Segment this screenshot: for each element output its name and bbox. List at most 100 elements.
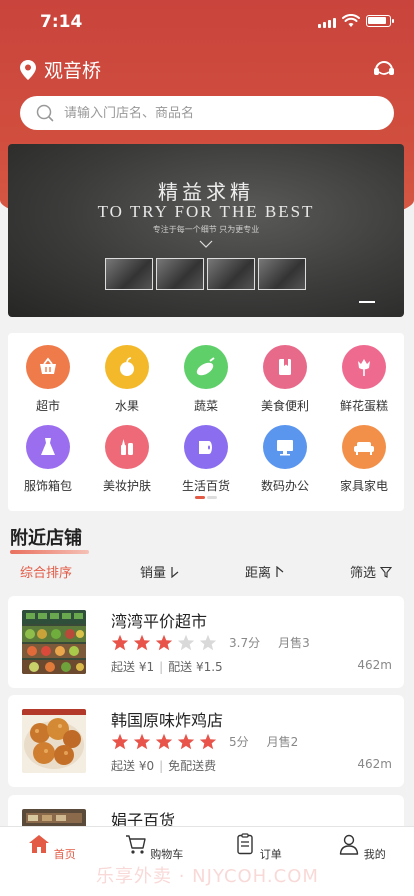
category-digital-office[interactable]: 数码办公 [245, 425, 325, 494]
sofa-icon [342, 425, 386, 469]
home-icon [29, 835, 50, 853]
store-delivery-fee: 配送 ¥1.5 [168, 660, 223, 674]
banner-photo [258, 258, 306, 290]
customer-service-icon[interactable] [372, 58, 396, 80]
category-label: 鲜花蛋糕 [339, 399, 388, 413]
location-pin-icon [20, 59, 36, 80]
user-icon [340, 834, 359, 855]
tab-label: 首页 [53, 848, 76, 861]
wifi-icon [342, 14, 360, 27]
store-fees: 起送 ¥1 | 配送 ¥1.5 [111, 660, 223, 674]
store-card[interactable]: 韩国原味炸鸡店 5分 月售2 起送 ¥0 | 免配送费 462m [8, 695, 404, 787]
banner-photo [156, 258, 204, 290]
search-input[interactable] [64, 105, 364, 121]
category-label: 服饰箱包 [23, 479, 72, 493]
category-cosmetics[interactable]: 美妆护肤 [87, 425, 167, 494]
tab-cart[interactable]: 购物车 [114, 833, 194, 862]
dress-icon [26, 425, 70, 469]
category-supermarket[interactable]: 超市 [8, 345, 88, 414]
sort-default[interactable]: 综合排序 [20, 562, 72, 581]
basket-icon [26, 345, 70, 389]
star-icon [155, 634, 173, 651]
tab-orders[interactable]: 订单 [218, 833, 298, 862]
category-page-indicator [195, 496, 217, 499]
banner-thumbnails [105, 258, 306, 290]
category-label: 超市 [35, 399, 60, 413]
store-score: 3.7分 [229, 636, 261, 650]
tab-label: 我的 [363, 848, 386, 861]
star-icon [133, 733, 151, 750]
watermark: 乐享外卖 · NJYCOH.COM [96, 866, 319, 887]
store-rating: 3.7分 月售3 [111, 634, 310, 651]
banner-photo [207, 258, 255, 290]
store-name: 湾湾平价超市 [111, 612, 208, 631]
banner-title-en: TO TRY FOR THE BEST [97, 202, 315, 221]
store-distance: 462m [357, 658, 392, 672]
title-underline [10, 550, 89, 554]
toilet-paper-icon [184, 425, 228, 469]
status-bar: 7:14 [0, 0, 414, 44]
store-distance: 462m [357, 757, 392, 771]
cosmetics-icon [105, 425, 149, 469]
category-furniture[interactable]: 家具家电 [324, 425, 404, 494]
store-fees: 起送 ¥0 | 免配送费 [111, 759, 217, 773]
chevron-down-icon [199, 240, 213, 248]
star-empty-icon [177, 634, 195, 651]
sort-distance[interactable]: 距离 [245, 562, 285, 581]
banner-photo [105, 258, 153, 290]
eggplant-icon [184, 345, 228, 389]
banner-title: 精益求精 [158, 180, 254, 204]
category-vegetables[interactable]: 蔬菜 [166, 345, 246, 414]
filter-icon [380, 566, 393, 578]
star-icon [177, 733, 195, 750]
category-fruit[interactable]: 水果 [87, 345, 167, 414]
tab-home[interactable]: 首页 [12, 833, 92, 862]
location-name: 观音桥 [44, 60, 102, 82]
apple-icon [105, 345, 149, 389]
carousel-indicator [359, 301, 375, 303]
star-icon [199, 733, 217, 750]
category-apparel[interactable]: 服饰箱包 [8, 425, 88, 494]
category-daily-goods[interactable]: 生活百货 [166, 425, 246, 494]
status-time: 7:14 [40, 12, 83, 32]
category-grid: 超市 水果 蔬菜 美食便利 鲜花蛋糕 服饰箱包 美妆护肤 生活百货 数码办公 家… [8, 333, 404, 511]
promo-banner[interactable]: 精益求精 TO TRY FOR THE BEST 专注于每一个细节 只为更专业 [8, 144, 404, 317]
store-delivery-fee: 免配送费 [168, 759, 217, 773]
category-flowers-cakes[interactable]: 鲜花蛋糕 [324, 345, 404, 414]
sort-asc-icon [276, 565, 284, 577]
store-name: 韩国原味炸鸡店 [111, 711, 224, 730]
search-icon [36, 104, 54, 122]
monitor-icon [263, 425, 307, 469]
category-label: 家具家电 [339, 479, 388, 493]
store-rating: 5分 月售2 [111, 733, 298, 750]
filter-button[interactable]: 筛选 [350, 562, 393, 581]
star-empty-icon [199, 634, 217, 651]
banner-subtitle: 专注于每一个细节 只为更专业 [152, 225, 260, 234]
store-image [22, 709, 86, 773]
location-selector[interactable]: 观音桥 [20, 56, 101, 83]
section-title: 附近店铺 [10, 524, 89, 554]
store-card[interactable]: 湾湾平价超市 3.7分 月售3 起送 ¥1 | 配送 ¥1.5 462m [8, 596, 404, 688]
category-food[interactable]: 美食便利 [245, 345, 325, 414]
store-min-order: 起送 ¥0 [111, 759, 155, 773]
store-monthly-sales: 月售2 [266, 735, 299, 749]
tab-label: 订单 [259, 848, 282, 861]
sort-sales[interactable]: 销量 [140, 562, 180, 581]
sort-sales-label: 销量 [140, 566, 167, 581]
category-label: 生活百货 [181, 479, 230, 493]
bookmark-icon [263, 345, 307, 389]
sort-desc-icon [171, 566, 179, 578]
tulip-icon [342, 345, 386, 389]
battery-icon [366, 15, 394, 27]
tab-label: 购物车 [150, 848, 184, 861]
search-bar[interactable] [20, 96, 394, 130]
store-image [22, 610, 86, 674]
store-min-order: 起送 ¥1 [111, 660, 155, 674]
star-icon [111, 634, 129, 651]
category-label: 美食便利 [260, 399, 309, 413]
star-icon [111, 733, 129, 750]
tab-profile[interactable]: 我的 [322, 833, 402, 862]
section-title-text: 附近店铺 [10, 528, 82, 549]
sort-bar: 综合排序 销量 距离 筛选 [0, 556, 414, 586]
category-label: 蔬菜 [193, 399, 218, 413]
